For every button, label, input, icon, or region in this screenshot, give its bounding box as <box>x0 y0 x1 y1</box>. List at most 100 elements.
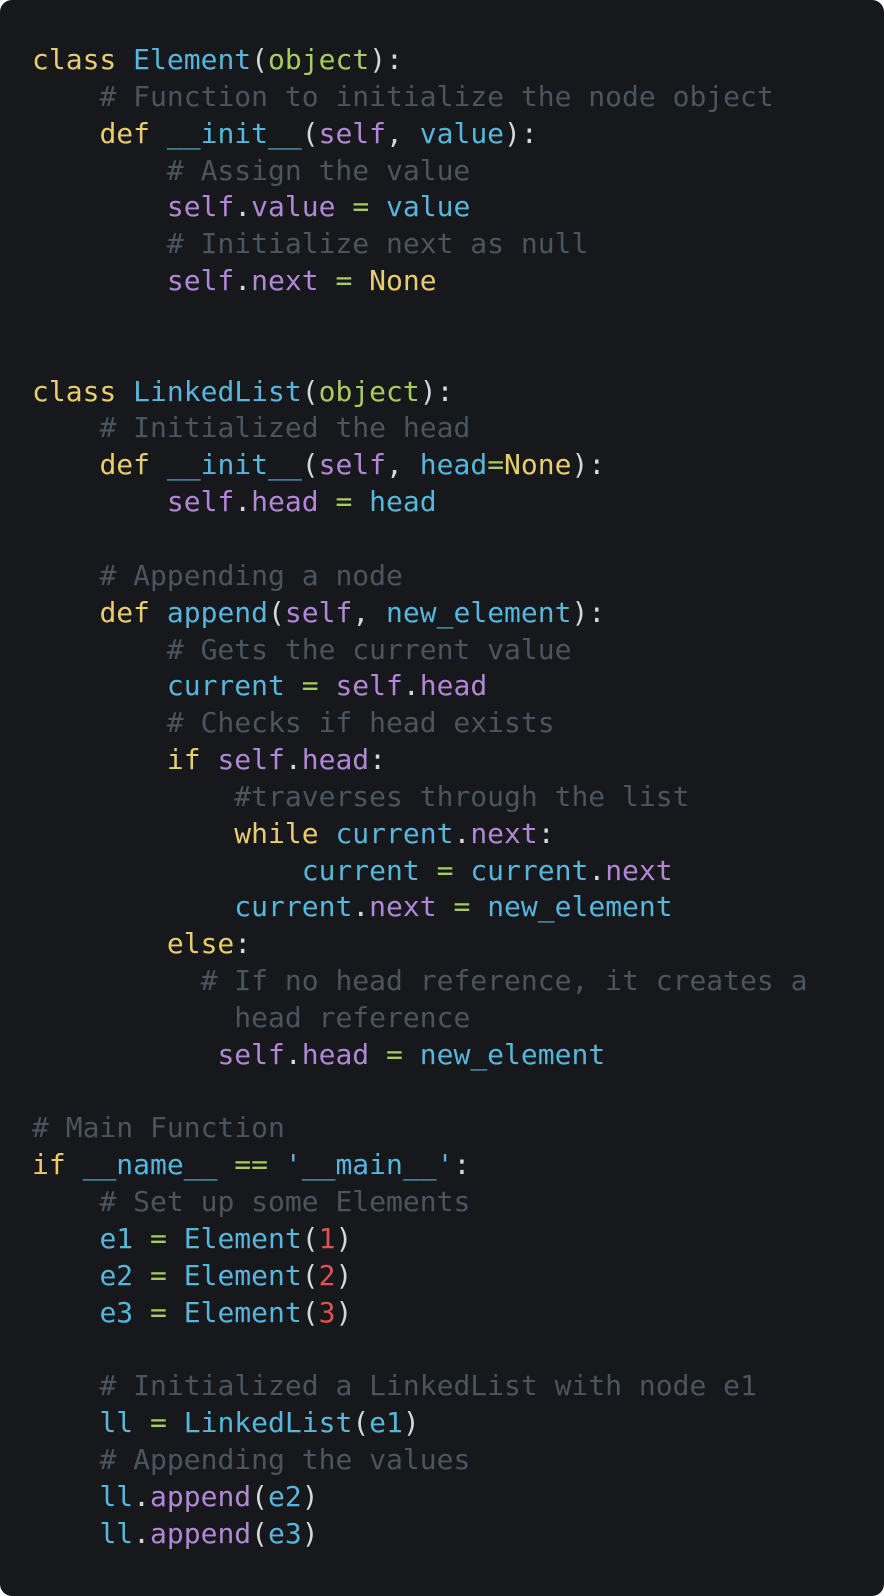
code-token: # Initialized a LinkedList with node e1 <box>99 1369 757 1403</box>
code-token: ( <box>301 1222 319 1255</box>
code-token: 2 <box>318 1258 336 1292</box>
code-token: = <box>150 1258 167 1292</box>
code-line: def __init__(self, value): <box>32 116 807 153</box>
code-token: . <box>402 669 420 703</box>
code-token: # Initialized the head <box>99 411 471 445</box>
code-line: # Initialized a LinkedList with node e1 <box>32 1368 807 1405</box>
code-token: self <box>217 1037 285 1071</box>
code-editor-panel: class Element(object): # Function to ini… <box>0 0 884 1596</box>
code-token: next <box>251 264 319 298</box>
code-token: head <box>251 485 319 519</box>
code-token: append <box>150 1479 252 1513</box>
code-token: = <box>453 890 471 924</box>
code-token: . <box>234 485 252 519</box>
code-token: ( <box>301 374 319 408</box>
code-line: while current.next: <box>32 816 807 853</box>
code-token: head reference <box>234 1000 471 1034</box>
code-token: else <box>166 927 235 961</box>
code-token: # Set up some Elements <box>99 1185 471 1219</box>
code-token: ( <box>352 1406 370 1440</box>
code-token: self <box>318 448 387 482</box>
code-token: Element <box>133 43 252 76</box>
code-token: ) <box>402 1406 420 1440</box>
code-token: : <box>537 816 555 850</box>
code-token: ) <box>335 1295 353 1329</box>
code-line: # Appending a node <box>32 558 807 595</box>
code-line: e3 = Element(3) <box>32 1295 807 1332</box>
code-token: : <box>369 743 387 777</box>
code-line: ll.append(e2) <box>32 1479 807 1516</box>
code-token: # Initialize next as null <box>166 227 589 261</box>
code-token: next <box>470 816 538 850</box>
code-token: # If no head reference, it creates a <box>200 964 808 998</box>
code-token: def <box>99 595 151 629</box>
code-token: new_element <box>419 1037 606 1071</box>
code-token: ( <box>301 116 319 150</box>
code-token: ): <box>571 595 606 629</box>
code-token: ) <box>335 1222 353 1255</box>
code-token: self <box>284 595 353 629</box>
code-token: = <box>150 1222 167 1255</box>
code-token: class <box>32 43 117 76</box>
code-token: = <box>335 485 353 519</box>
code-token: def <box>99 448 151 482</box>
code-token: e2 <box>268 1479 302 1513</box>
code-token: , <box>386 116 420 150</box>
code-line: ll.append(e3) <box>32 1516 807 1553</box>
code-token: e3 <box>99 1295 134 1329</box>
code-token: Element <box>183 1258 302 1292</box>
code-token: self <box>166 190 235 224</box>
code-line: current = self.head <box>32 668 807 705</box>
code-token: . <box>133 1479 151 1513</box>
code-token: self <box>318 116 387 150</box>
code-token: next <box>369 890 437 924</box>
code-token: e1 <box>369 1406 403 1440</box>
code-token: . <box>133 1516 151 1550</box>
code-token: . <box>234 264 252 298</box>
code-token: value <box>251 190 336 224</box>
code-token: = <box>352 190 370 224</box>
code-token: = <box>335 264 353 298</box>
code-line: e1 = Element(1) <box>32 1221 807 1258</box>
code-line: # Initialized the head <box>32 410 807 447</box>
code-token: 3 <box>318 1295 336 1329</box>
code-token: # Appending a node <box>99 558 403 592</box>
code-line: else: <box>32 926 807 963</box>
code-token: object <box>318 374 420 408</box>
code-token: . <box>453 816 471 850</box>
code-token: ) <box>301 1516 319 1550</box>
code-token: ( <box>251 1516 269 1550</box>
code-token: ( <box>251 43 269 76</box>
code-line: class Element(object): <box>32 42 807 79</box>
code-token: current <box>335 816 454 850</box>
